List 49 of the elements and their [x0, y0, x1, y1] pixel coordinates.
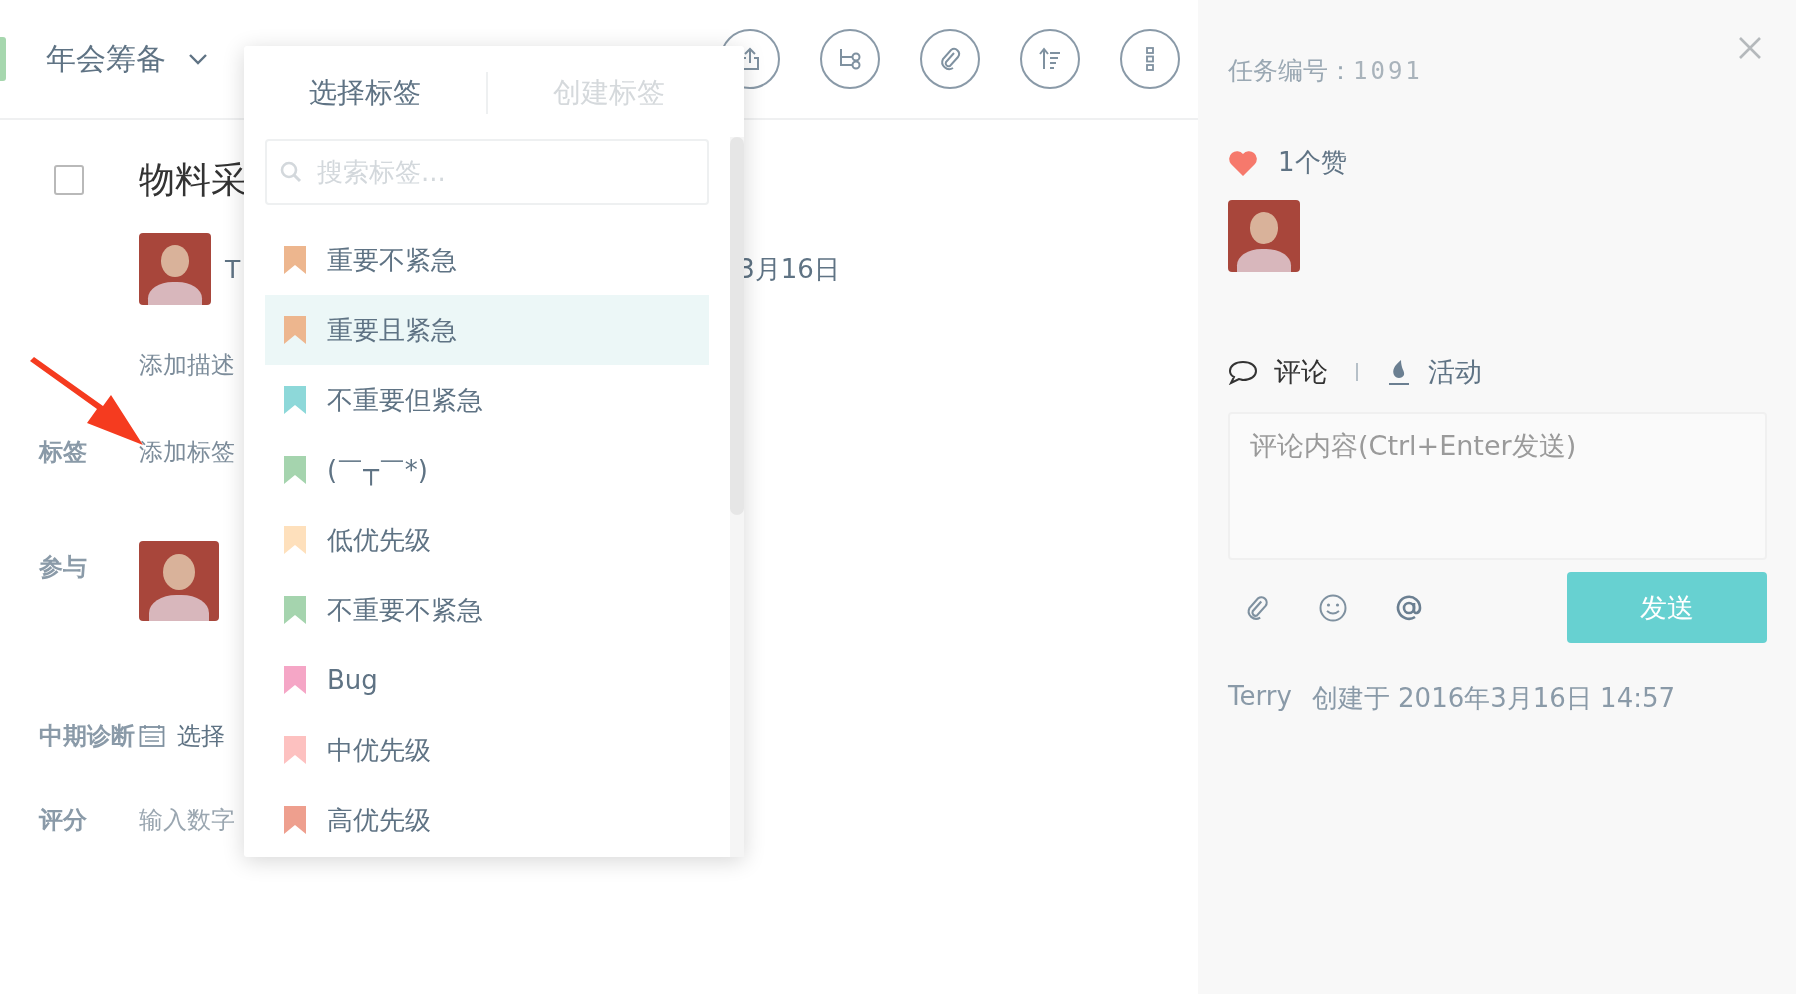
tag-option[interactable]: 中优先级	[265, 715, 709, 785]
comment-field[interactable]: 评论内容(Ctrl+Enter发送)	[1228, 412, 1767, 560]
project-dropdown[interactable]: 年会筹备	[46, 38, 208, 80]
caret-icon	[188, 53, 208, 65]
task-number: 1091	[1353, 57, 1423, 85]
more-button[interactable]	[1120, 29, 1180, 89]
search-icon	[279, 160, 303, 184]
field-label: 评分	[39, 805, 88, 836]
more-icon	[1146, 47, 1154, 71]
flame-icon	[1386, 358, 1412, 386]
tag-option[interactable]: 重要不紧急	[265, 225, 709, 295]
close-icon	[1738, 36, 1762, 60]
mention-button[interactable]	[1394, 592, 1424, 623]
field-label: 中期诊断	[39, 721, 136, 752]
scrollbar[interactable]	[730, 137, 744, 857]
tag-option[interactable]: Bug	[265, 645, 709, 715]
add-tag-link[interactable]: 添加标签	[139, 436, 235, 468]
at-sign-icon	[1394, 592, 1424, 623]
created-time: 创建于 2016年3月16日 14:57	[1311, 682, 1676, 715]
tag-option[interactable]: 不重要不紧急	[265, 575, 709, 645]
smiley-icon	[1318, 592, 1348, 623]
task-title: 物料采	[139, 157, 247, 202]
speech-bubble-icon	[1228, 359, 1258, 385]
likes-count: 1个赞	[1278, 146, 1347, 179]
panel-tab[interactable]: 活动	[1386, 354, 1482, 390]
picker-tab[interactable]: 选择标签	[244, 73, 486, 112]
panel-tab[interactable]: 评论	[1228, 354, 1328, 390]
attachment-button[interactable]	[920, 29, 980, 89]
sort-button[interactable]	[1020, 29, 1080, 89]
avatar	[139, 233, 211, 305]
emoji-button[interactable]	[1318, 592, 1348, 623]
heart-icon	[1228, 149, 1258, 176]
tag-option[interactable]: 重要且紧急	[265, 295, 709, 365]
tag-option[interactable]: 低优先级	[265, 505, 709, 575]
project-color-bar	[0, 37, 6, 81]
calendar-icon	[139, 724, 165, 748]
field-label: 参与	[39, 552, 88, 583]
task-checkbox[interactable]	[54, 165, 84, 195]
subtask-button[interactable]	[820, 29, 880, 89]
add-description-link[interactable]: 添加描述	[139, 349, 235, 381]
creator-name: Terry	[1228, 681, 1292, 713]
avatar	[1228, 200, 1300, 272]
assignee-name: T	[225, 254, 241, 284]
tag-option[interactable]: (￣┬￣*)	[265, 435, 709, 505]
select-date-link[interactable]: 选择	[177, 720, 225, 752]
tag-option[interactable]: 高优先级	[265, 785, 709, 855]
tag-option[interactable]: 不重要但紧急	[265, 365, 709, 435]
task-number-label: 任务编号：	[1228, 55, 1353, 87]
field-label: 标签	[39, 437, 88, 468]
